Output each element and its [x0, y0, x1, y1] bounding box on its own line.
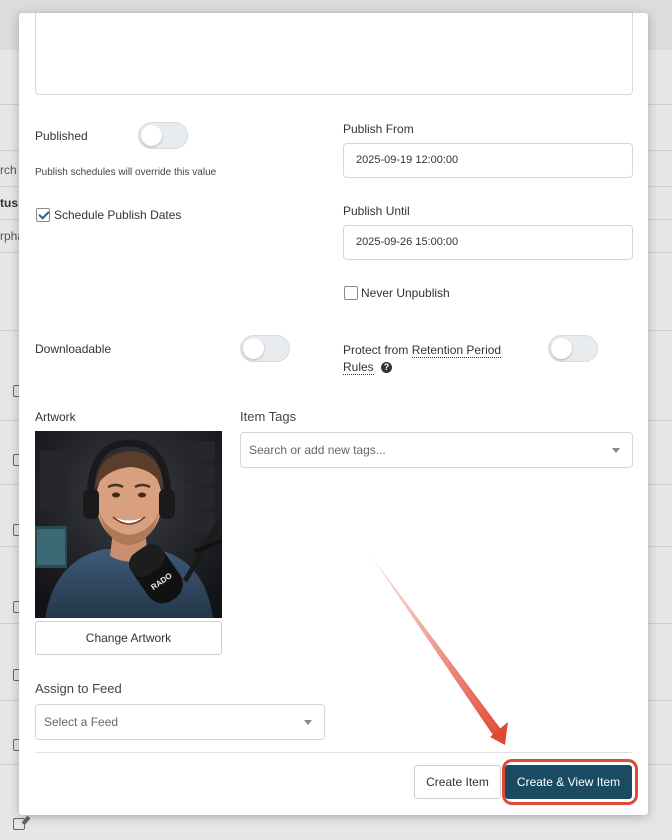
annotation-arrow: [369, 553, 508, 745]
